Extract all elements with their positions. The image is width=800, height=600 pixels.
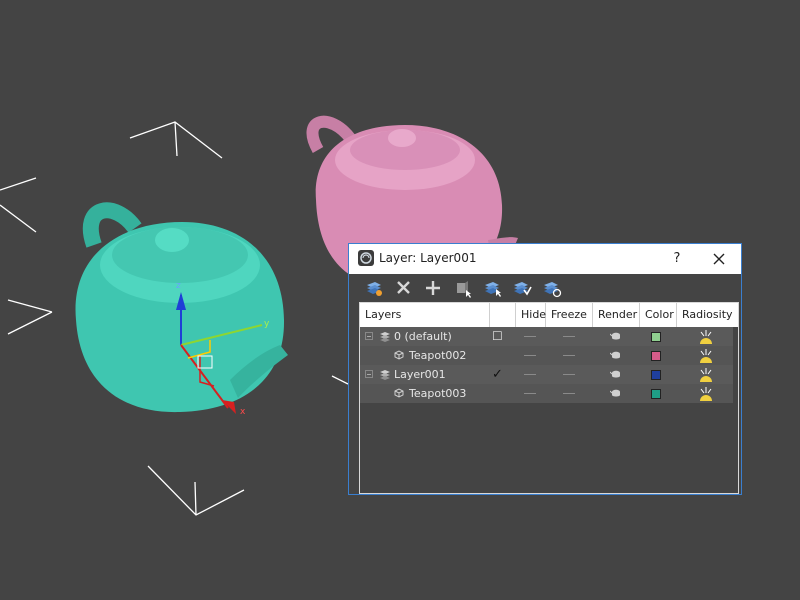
close-button[interactable] — [707, 249, 731, 269]
layer-list-header: Layers Hide Freeze Render Color Radiosit… — [360, 303, 738, 327]
layer-row-teapot003[interactable]: Teapot003 — [360, 384, 733, 403]
hide-toggle[interactable] — [524, 336, 536, 337]
radiosity-icon[interactable] — [697, 366, 715, 383]
layer-name: Layer001 — [394, 368, 446, 381]
hide-toggle[interactable] — [524, 393, 536, 394]
select-layer-icon[interactable] — [482, 277, 504, 299]
gizmo-x-label: x — [240, 407, 246, 417]
layer-dialog: Layer: Layer001 ? Layers Hide Freeze Ren… — [348, 243, 742, 495]
layer-row-teapot002[interactable]: Teapot002 — [360, 346, 733, 365]
layer-row-default[interactable]: 0 (default) ☐ — [360, 327, 733, 346]
layer-row-layer001[interactable]: Layer001 ✓ — [360, 365, 733, 384]
render-teapot-icon[interactable] — [610, 350, 622, 360]
help-button[interactable]: ? — [667, 249, 687, 269]
gizmo-z-label: z — [176, 281, 181, 291]
app-logo-icon — [358, 250, 374, 266]
layer-icon — [380, 370, 390, 380]
freeze-toggle[interactable] — [563, 393, 575, 394]
radiosity-icon[interactable] — [697, 328, 715, 345]
collapse-toggle[interactable] — [365, 332, 373, 340]
gizmo-y-label: y — [264, 319, 270, 329]
column-header-freeze[interactable]: Freeze — [546, 303, 593, 327]
create-layer-icon[interactable] — [363, 277, 385, 299]
radiosity-icon[interactable] — [697, 347, 715, 364]
layer-icon — [380, 332, 390, 342]
freeze-toggle[interactable] — [563, 355, 575, 356]
current-layer-checkmark[interactable]: ✓ — [492, 365, 503, 384]
freeze-toggle[interactable] — [563, 374, 575, 375]
radiosity-icon[interactable] — [697, 385, 715, 402]
column-header-color[interactable]: Color — [640, 303, 677, 327]
object-color-swatch[interactable] — [651, 389, 661, 399]
render-teapot-icon[interactable] — [610, 388, 622, 398]
column-header-layers[interactable]: Layers — [360, 303, 490, 327]
column-header-radiosity[interactable]: Radiosity — [677, 303, 738, 327]
layer-color-swatch[interactable] — [651, 332, 661, 342]
hide-toggle[interactable] — [524, 355, 536, 356]
close-icon — [713, 253, 725, 265]
layer-list-panel[interactable]: Layers Hide Freeze Render Color Radiosit… — [359, 302, 739, 494]
object-icon — [394, 388, 404, 398]
dialog-toolbar — [349, 274, 741, 302]
collapse-toggle[interactable] — [365, 370, 373, 378]
layer-color-swatch[interactable] — [651, 370, 661, 380]
render-teapot-icon[interactable] — [610, 331, 622, 341]
column-header-hide[interactable]: Hide — [516, 303, 546, 327]
select-objects-icon[interactable] — [452, 277, 474, 299]
object-name: Teapot003 — [409, 387, 467, 400]
layer-name: 0 (default) — [394, 330, 452, 343]
dialog-title: Layer: Layer001 — [379, 251, 477, 265]
object-name: Teapot002 — [409, 349, 467, 362]
column-header-current[interactable] — [490, 303, 516, 327]
set-current-layer-icon[interactable] — [511, 277, 533, 299]
freeze-toggle[interactable] — [563, 336, 575, 337]
object-icon — [394, 350, 404, 360]
hide-freeze-layers-icon[interactable] — [541, 277, 563, 299]
render-teapot-icon[interactable] — [610, 369, 622, 379]
dialog-titlebar[interactable]: Layer: Layer001 ? — [349, 244, 741, 274]
object-color-swatch[interactable] — [651, 351, 661, 361]
add-icon[interactable] — [422, 277, 444, 299]
hide-toggle[interactable] — [524, 374, 536, 375]
column-header-render[interactable]: Render — [593, 303, 640, 327]
delete-icon[interactable] — [393, 277, 415, 299]
current-layer-toggle[interactable]: ☐ — [492, 327, 503, 346]
